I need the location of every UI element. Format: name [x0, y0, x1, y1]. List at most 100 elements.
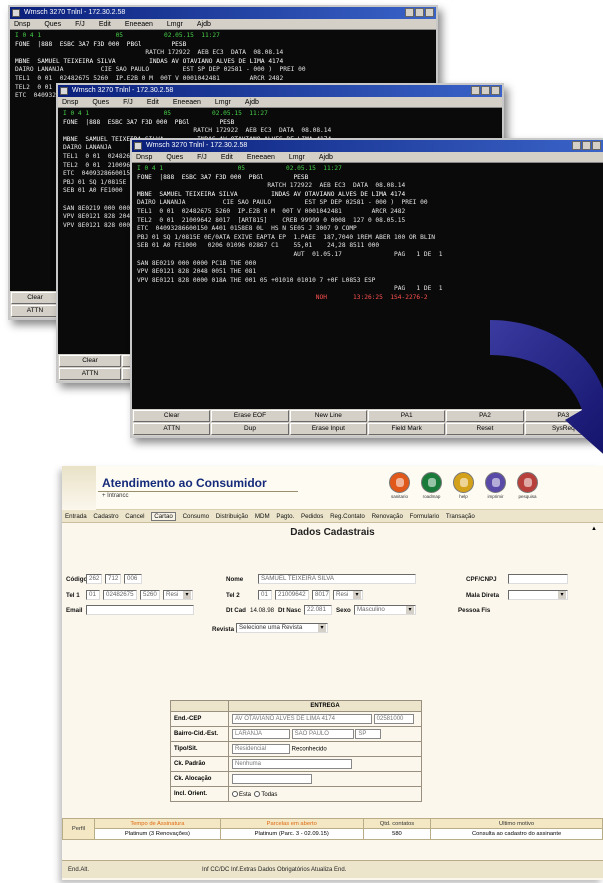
tipo-select[interactable]: Residencial: [232, 744, 290, 754]
menu-item[interactable]: Ques: [166, 154, 183, 161]
tel1-ddd-field[interactable]: 01: [86, 590, 100, 600]
terminal-titlebar[interactable]: Wrnsch 3270 Tnlnl - 172.30.2.58: [10, 7, 436, 19]
menu-item[interactable]: Ques: [92, 99, 109, 106]
close-icon[interactable]: [592, 141, 601, 150]
codigo-field-3[interactable]: 006: [124, 574, 142, 584]
menu-item[interactable]: Ajdb: [245, 99, 259, 106]
tel1-type-select[interactable]: Resi: [163, 590, 193, 600]
field-mark-button[interactable]: Field Mark: [368, 423, 446, 435]
menu-item[interactable]: Ajdb: [319, 154, 333, 161]
endereco-field[interactable]: AV OTAVIANO ALVES DE LIMA 4174: [232, 714, 372, 724]
help-button[interactable]: help: [451, 472, 476, 499]
minimize-icon[interactable]: [471, 86, 480, 95]
todas-radio[interactable]: [254, 790, 261, 797]
situacao-value: Reconhecido: [291, 746, 327, 753]
status-links[interactable]: Inf CC/DC Inf.Extras Dados Obrigatórios …: [202, 861, 346, 879]
menu-pedidos[interactable]: Pedidos: [301, 513, 323, 520]
ck-alocacao-field[interactable]: [232, 774, 312, 784]
erase-eof-button[interactable]: Erase EOF: [211, 410, 289, 422]
tel1-ramal-field[interactable]: 5260: [140, 590, 160, 600]
mala-direta-select[interactable]: [508, 590, 568, 600]
esta-radio[interactable]: [232, 790, 238, 797]
roadmap-button[interactable]: roadmap: [419, 472, 444, 499]
end-alt-link[interactable]: End.Alt.: [68, 867, 89, 873]
attn-button[interactable]: ATTN: [59, 368, 121, 380]
attn-button[interactable]: ATTN: [11, 305, 59, 317]
tel2-ddd-field[interactable]: 01: [258, 590, 272, 600]
erase-input-button[interactable]: Erase Input: [289, 423, 367, 435]
menu-item[interactable]: F/J: [123, 99, 133, 106]
terminal-titlebar[interactable]: Wrnsch 3270 Tnlnl - 172.30.2.58: [58, 85, 502, 97]
terminal-screen[interactable]: I 0 4 1 05 02.05.15 11:27 FONE |888 ESBC …: [132, 163, 603, 305]
atendimento-window: Atendimento ao Consumidor + Intrancc san…: [62, 466, 603, 880]
minimize-icon[interactable]: [572, 141, 581, 150]
sexo-select[interactable]: Masculino: [354, 605, 416, 615]
terminal-menubar: Dnsp Ques F/J Edit Eneeaen Lmgr Ajdb: [58, 97, 502, 108]
terminal-titlebar[interactable]: Wrnsch 3270 Tnlnl - 172.30.2.58: [132, 140, 603, 152]
cep-field[interactable]: 02581000: [373, 714, 414, 724]
tel2-type-select[interactable]: Resi: [333, 590, 363, 600]
close-icon[interactable]: [425, 8, 434, 17]
maximize-icon[interactable]: [582, 141, 591, 150]
sanitario-button[interactable]: sanitario: [387, 472, 412, 499]
bairro-field[interactable]: LARANJA: [232, 729, 290, 739]
menu-formulario[interactable]: Formulario: [410, 513, 440, 520]
tel1-number-field[interactable]: 02482675: [103, 590, 137, 600]
menu-renovacao[interactable]: Renovação: [372, 513, 403, 520]
menu-item[interactable]: F/J: [75, 21, 85, 28]
menu-item[interactable]: Dnsp: [136, 154, 152, 161]
cidade-field[interactable]: SAO PAULO: [291, 729, 354, 739]
clear-button[interactable]: Clear: [133, 410, 211, 422]
menu-item[interactable]: Ajdb: [197, 21, 211, 28]
menu-item[interactable]: Eneeaen: [125, 21, 153, 28]
incl-orient-label: Incl. Orient.: [170, 786, 229, 802]
codigo-field-2[interactable]: 712: [105, 574, 121, 584]
menu-reg-contato[interactable]: Reg.Contato: [330, 513, 365, 520]
email-field[interactable]: [86, 605, 194, 615]
codigo-field-1[interactable]: 262: [86, 574, 102, 584]
menu-consumo[interactable]: Consumo: [183, 513, 209, 520]
menu-item[interactable]: Eneeaen: [247, 154, 275, 161]
menu-item[interactable]: F/J: [197, 154, 207, 161]
tel2-ramal-field[interactable]: 8017: [312, 590, 330, 600]
menu-mdm[interactable]: MDM: [255, 513, 270, 520]
menu-entrada[interactable]: Entrada: [65, 513, 87, 520]
attn-button[interactable]: ATTN: [133, 423, 211, 435]
clear-button[interactable]: Clear: [11, 292, 59, 304]
menu-item[interactable]: Ques: [44, 21, 61, 28]
menu-item[interactable]: Dnsp: [62, 99, 78, 106]
menu-cadastro[interactable]: Cadastro: [93, 513, 118, 520]
pa1-button[interactable]: PA1: [368, 410, 446, 422]
menu-item[interactable]: Edit: [221, 154, 233, 161]
maximize-icon[interactable]: [481, 86, 490, 95]
estado-select[interactable]: SP: [355, 729, 382, 739]
menu-transacao[interactable]: Transação: [446, 513, 475, 520]
codigo-label: Código: [66, 576, 88, 583]
menu-item[interactable]: Edit: [99, 21, 111, 28]
revista-select[interactable]: Selecione uma Revista: [236, 623, 328, 633]
imprimir-button[interactable]: imprimir: [483, 472, 508, 499]
ck-padrao-select[interactable]: Nenhuma: [232, 759, 352, 769]
clear-button[interactable]: Clear: [59, 355, 121, 367]
maximize-icon[interactable]: [415, 8, 424, 17]
menu-cancel[interactable]: Cancel: [125, 513, 144, 520]
dup-button[interactable]: Dup: [211, 423, 289, 435]
menu-item[interactable]: Dnsp: [14, 21, 30, 28]
minimize-icon[interactable]: [405, 8, 414, 17]
menu-distribuicao[interactable]: Distribuição: [216, 513, 248, 520]
menu-item[interactable]: Lmgr: [215, 99, 231, 106]
menu-pagto[interactable]: Pagto.: [276, 513, 294, 520]
close-icon[interactable]: [491, 86, 500, 95]
nome-field[interactable]: SAMUEL TEIXEIRA SILVA: [258, 574, 416, 584]
menu-item[interactable]: Lmgr: [167, 21, 183, 28]
new-line-button[interactable]: New Line: [289, 410, 367, 422]
scroll-up-icon[interactable]: ▲: [591, 526, 597, 532]
menu-item[interactable]: Eneeaen: [173, 99, 201, 106]
pesquisa-button[interactable]: pesquisa: [515, 472, 540, 499]
menu-item[interactable]: Lmgr: [289, 154, 305, 161]
dt-nasc-field[interactable]: 22.081: [304, 605, 332, 615]
menu-cartao[interactable]: Cartao: [151, 512, 176, 521]
tel2-number-field[interactable]: 21009642: [275, 590, 309, 600]
menu-item[interactable]: Edit: [147, 99, 159, 106]
cpf-field[interactable]: [508, 574, 568, 584]
